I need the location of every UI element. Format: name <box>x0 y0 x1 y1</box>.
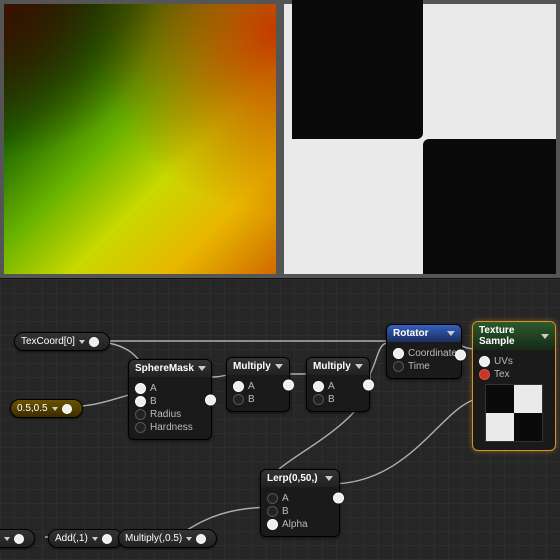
input-pin[interactable] <box>393 348 404 359</box>
node-graph[interactable]: TexCoord[0] 0.5,0.5 SphereMask A B Radiu… <box>0 278 560 560</box>
node-multiply-half[interactable]: Multiply(,0.5) <box>118 529 217 548</box>
node-header[interactable]: Lerp(0,50,) <box>261 470 339 487</box>
node-title: 0.5,0.5 <box>17 403 48 414</box>
output-pin[interactable] <box>102 534 112 544</box>
input-pin[interactable] <box>267 519 278 530</box>
chevron-down-icon <box>52 407 58 411</box>
chevron-down-icon <box>275 364 283 369</box>
preview-gradient <box>0 0 280 278</box>
pin-label: Time <box>408 361 430 372</box>
pin-label: Coordinate <box>408 348 457 359</box>
input-pin[interactable] <box>135 409 146 420</box>
output-pin[interactable] <box>205 394 216 405</box>
input-pin[interactable] <box>135 396 146 407</box>
pin-label: B <box>328 394 335 405</box>
pin-label: B <box>150 396 157 407</box>
input-pin[interactable] <box>313 394 324 405</box>
pin-label: A <box>282 493 289 504</box>
node-spheremask[interactable]: SphereMask A B Radius Hardness <box>128 359 212 440</box>
input-pin[interactable] <box>267 493 278 504</box>
node-title: Texture Sample <box>479 325 537 347</box>
pin-label: Radius <box>150 409 181 420</box>
node-title: Multiply <box>233 361 271 372</box>
pin-label: A <box>150 383 157 394</box>
input-pin[interactable] <box>393 361 404 372</box>
chevron-down-icon <box>198 366 206 371</box>
input-pin[interactable] <box>313 381 324 392</box>
node-title: Add(,1) <box>55 533 88 544</box>
node-multiply[interactable]: Multiply A B <box>226 357 290 412</box>
input-pin[interactable] <box>479 356 490 367</box>
node-lerp[interactable]: Lerp(0,50,) A B Alpha <box>260 469 340 537</box>
pin-label: A <box>248 381 255 392</box>
input-pin[interactable] <box>267 506 278 517</box>
output-pin[interactable] <box>363 379 374 390</box>
output-pin[interactable] <box>283 379 294 390</box>
node-title: SphereMask <box>135 363 194 374</box>
chevron-down-icon <box>92 537 98 541</box>
node-header[interactable]: Texture Sample <box>473 322 555 350</box>
input-pin[interactable] <box>135 383 146 394</box>
pin-label: B <box>282 506 289 517</box>
node-partial-ne[interactable]: ne <box>0 529 35 548</box>
node-constant[interactable]: 0.5,0.5 <box>10 399 83 418</box>
input-pin[interactable] <box>135 422 146 433</box>
chevron-down-icon <box>447 331 455 336</box>
pin-label: Tex <box>494 369 510 380</box>
output-pin[interactable] <box>14 534 24 544</box>
node-title: TexCoord[0] <box>21 336 75 347</box>
preview-checker <box>280 0 560 278</box>
node-title: Multiply(,0.5) <box>125 533 182 544</box>
output-pin[interactable] <box>62 404 72 414</box>
texture-preview <box>485 384 543 442</box>
node-header[interactable]: SphereMask <box>129 360 211 377</box>
preview-pane <box>0 0 560 278</box>
input-pin[interactable] <box>233 394 244 405</box>
node-title: Multiply <box>313 361 351 372</box>
node-header[interactable]: Multiply <box>307 358 369 375</box>
input-pin[interactable] <box>479 369 490 380</box>
chevron-down-icon <box>79 340 85 344</box>
node-rotator[interactable]: Rotator Coordinate Time <box>386 324 462 379</box>
output-pin[interactable] <box>333 493 344 504</box>
chevron-down-icon <box>325 476 333 481</box>
node-texcoord[interactable]: TexCoord[0] <box>14 332 110 351</box>
output-pin[interactable] <box>455 350 466 361</box>
pin-label: UVs <box>494 356 513 367</box>
output-pin[interactable] <box>196 534 206 544</box>
chevron-down-icon <box>186 537 192 541</box>
output-pin[interactable] <box>89 337 99 347</box>
node-title: Lerp(0,50,) <box>267 473 318 484</box>
node-header[interactable]: Rotator <box>387 325 461 342</box>
node-header[interactable]: Multiply <box>227 358 289 375</box>
node-texture-sample[interactable]: Texture Sample UVs Tex <box>472 321 556 451</box>
input-pin[interactable] <box>233 381 244 392</box>
pin-label: A <box>328 381 335 392</box>
chevron-down-icon <box>4 537 10 541</box>
pin-label: Hardness <box>150 422 193 433</box>
node-multiply[interactable]: Multiply A B <box>306 357 370 412</box>
chevron-down-icon <box>355 364 363 369</box>
node-title: Rotator <box>393 328 429 339</box>
pin-label: B <box>248 394 255 405</box>
node-add[interactable]: Add(,1) <box>48 529 123 548</box>
chevron-down-icon <box>541 334 549 339</box>
pin-label: Alpha <box>282 519 308 530</box>
